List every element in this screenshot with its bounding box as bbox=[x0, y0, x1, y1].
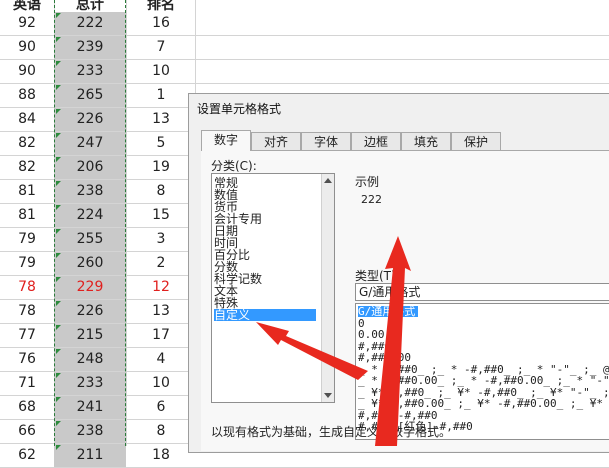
format-item[interactable]: _ * #,##0_ ;_ * -#,##0_ ;_ * "-"_ ;_ @_ bbox=[358, 364, 609, 375]
cell-total-value: 211 bbox=[76, 447, 104, 463]
cell-english[interactable]: 76 bbox=[0, 348, 54, 371]
format-item[interactable]: #,##0.00 bbox=[358, 352, 411, 363]
cell-rank[interactable]: 16 bbox=[127, 12, 195, 35]
type-label: 类型(T): bbox=[355, 269, 400, 283]
category-list[interactable]: 常规 数值 货币 会计专用 日期 时间 百分比 分数 科学记数 文本 特殊 自定义 bbox=[211, 173, 335, 403]
cell-rank[interactable]: 12 bbox=[127, 276, 195, 299]
cell-english[interactable]: 77 bbox=[0, 324, 54, 347]
format-cells-dialog: 设置单元格格式 数字 对齐 字体 边框 填充 保护 分类(C): 常规 数值 货币会… bbox=[188, 93, 609, 453]
cell-rank[interactable]: 17 bbox=[127, 324, 195, 347]
format-item[interactable]: 0.00 bbox=[358, 329, 385, 340]
cell-english[interactable]: 82 bbox=[0, 156, 54, 179]
cell-rank[interactable]: 18 bbox=[127, 444, 195, 467]
sample-label: 示例 bbox=[355, 175, 380, 189]
cell-rank[interactable]: 6 bbox=[127, 396, 195, 419]
cell-rank[interactable]: 8 bbox=[127, 420, 195, 443]
format-item[interactable]: _ ¥* #,##0_ ;_ ¥* -#,##0_ ;_ ¥* "-"_ ;_ … bbox=[358, 387, 609, 398]
dialog-title: 设置单元格格式 bbox=[197, 102, 282, 116]
tab-fill[interactable]: 填充 bbox=[401, 132, 451, 150]
cell-rank[interactable]: 13 bbox=[127, 108, 195, 131]
format-item[interactable]: _ ¥* #,##0.00_ ;_ ¥* -#,##0.00_ ;_ ¥* "-… bbox=[358, 398, 609, 409]
category-item[interactable]: 自定义 bbox=[214, 309, 316, 321]
cell-english[interactable]: 90 bbox=[0, 36, 54, 59]
format-item[interactable]: G/通用格式 bbox=[358, 306, 419, 317]
sample-value: 222 bbox=[361, 193, 382, 206]
header-english[interactable]: 英语 bbox=[0, 0, 54, 13]
format-item[interactable]: _ * #,##0.00_ ;_ * -#,##0.00_ ;_ * "-"??… bbox=[358, 375, 609, 386]
tab-alignment[interactable]: 对齐 bbox=[251, 132, 301, 150]
number-tab-panel: 分类(C): 常规 数值 货币 会计专用 日期 时间 百分比 分数 科学记数 文本 特殊 自定义 示例… bbox=[201, 150, 609, 451]
cell-rank[interactable]: 19 bbox=[127, 156, 195, 179]
cell-english[interactable]: 79 bbox=[0, 228, 54, 251]
cell-rank[interactable]: 3 bbox=[127, 228, 195, 251]
cell-rank[interactable]: 4 bbox=[127, 348, 195, 371]
format-item[interactable]: 0 bbox=[358, 318, 365, 329]
cell-rank[interactable]: 5 bbox=[127, 132, 195, 155]
tab-font[interactable]: 字体 bbox=[301, 132, 351, 150]
cell-rank[interactable]: 1 bbox=[127, 84, 195, 107]
cell-rank[interactable]: 8 bbox=[127, 180, 195, 203]
cell-english[interactable]: 82 bbox=[0, 132, 54, 155]
cell-english[interactable]: 88 bbox=[0, 84, 54, 107]
cell-english[interactable]: 81 bbox=[0, 204, 54, 227]
cell-rank[interactable]: 13 bbox=[127, 300, 195, 323]
cell-english[interactable]: 68 bbox=[0, 396, 54, 419]
cell-english[interactable]: 81 bbox=[0, 180, 54, 203]
format-item[interactable]: #,##0 bbox=[358, 341, 391, 352]
cell-english[interactable]: 71 bbox=[0, 372, 54, 395]
dialog-tabs: 数字 对齐 字体 边框 填充 保护 bbox=[201, 130, 609, 151]
cell-english[interactable]: 78 bbox=[0, 300, 54, 323]
cell-rank[interactable]: 2 bbox=[127, 252, 195, 275]
header-rank[interactable]: 排名 bbox=[127, 0, 195, 13]
cell-english[interactable]: 79 bbox=[0, 252, 54, 275]
tab-border[interactable]: 边框 bbox=[351, 132, 401, 150]
category-label: 分类(C): bbox=[211, 159, 257, 173]
cell-english[interactable]: 84 bbox=[0, 108, 54, 131]
tab-number[interactable]: 数字 bbox=[201, 130, 251, 151]
format-list[interactable]: G/通用格式 0 0.00 #,##0 #,##0.00 _ * #,##0_ ;_ * … bbox=[355, 303, 609, 440]
format-item[interactable]: #,##0;-#,##0 bbox=[358, 410, 437, 421]
cell-rank[interactable]: 10 bbox=[127, 60, 195, 83]
cell-total[interactable]: 211 bbox=[54, 444, 126, 467]
cell-rank[interactable]: 10 bbox=[127, 372, 195, 395]
cell-english[interactable]: 78 bbox=[0, 276, 54, 299]
cell-rank[interactable]: 15 bbox=[127, 204, 195, 227]
scroll-up-icon[interactable] bbox=[324, 178, 332, 183]
cell-english[interactable]: 92 bbox=[0, 12, 54, 35]
category-scrollbar[interactable] bbox=[321, 174, 334, 402]
selection-marquee bbox=[54, 0, 126, 446]
scroll-down-icon[interactable] bbox=[324, 393, 332, 398]
cell-english[interactable]: 62 bbox=[0, 444, 54, 467]
cell-english[interactable]: 66 bbox=[0, 420, 54, 443]
type-input[interactable]: G/通用格式 bbox=[355, 283, 609, 301]
tab-protection[interactable]: 保护 bbox=[451, 132, 501, 150]
custom-format-description: 以现有格式为基础，生成自定义的数字格式。 bbox=[211, 425, 452, 439]
cell-rank[interactable]: 7 bbox=[127, 36, 195, 59]
cell-english[interactable]: 90 bbox=[0, 60, 54, 83]
